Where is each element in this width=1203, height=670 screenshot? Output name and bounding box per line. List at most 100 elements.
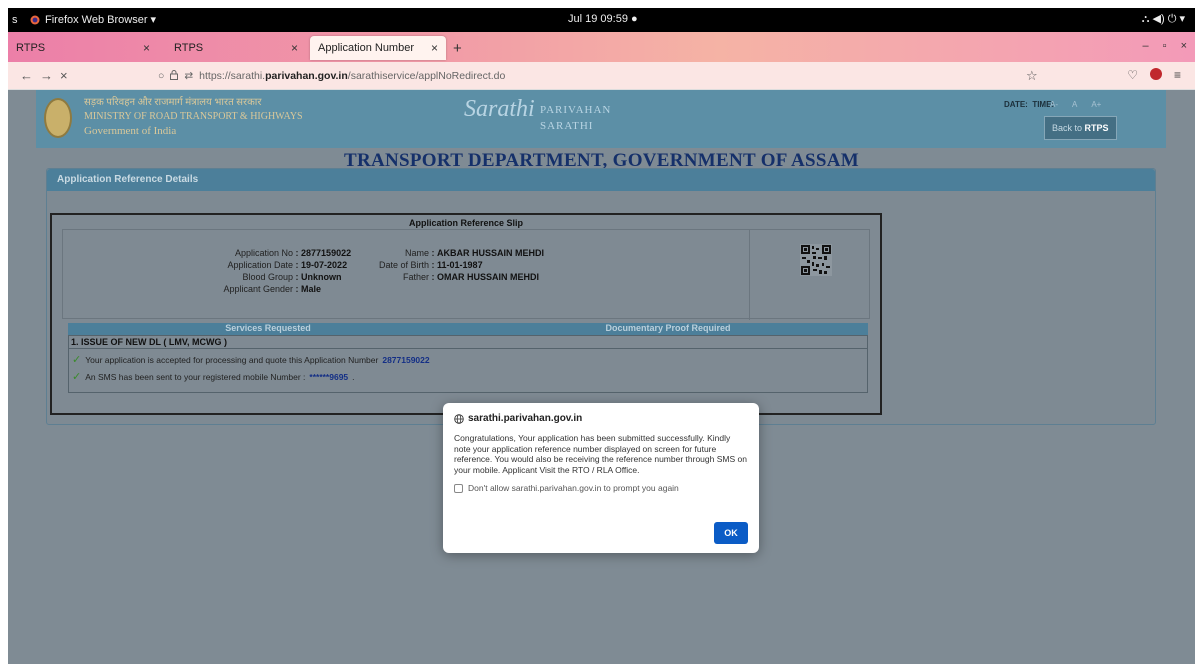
back-prefix: Back to xyxy=(1052,123,1085,133)
web-page: सड़क परिवहन और राजमार्ग मंत्रालय भारत सर… xyxy=(8,90,1195,664)
application-date-label: Application Date xyxy=(227,260,293,270)
screen: s Firefox Web Browser ▾ Jul 19 09:59 ● ⛬… xyxy=(8,8,1195,664)
info-divider xyxy=(749,230,750,320)
dialog-host-text: sarathi.parivahan.gov.in xyxy=(468,413,583,424)
back-to-rtps-button[interactable]: Back to RTPS xyxy=(1044,116,1117,140)
tab-label: Application Number xyxy=(318,42,414,54)
url-host: parivahan.gov.in xyxy=(265,70,348,82)
government-of-india: Government of India xyxy=(84,125,177,137)
tab-strip: RTPS × RTPS × Application Number × + – ▫… xyxy=(8,32,1195,62)
tracking-shield-icon[interactable]: ○ xyxy=(158,70,164,82)
tab-rtps-2[interactable]: RTPS × xyxy=(166,36,306,60)
services-table: Services Requested Documentary Proof Req… xyxy=(68,323,868,393)
ministry-title: सड़क परिवहन और राजमार्ग मंत्रालय भारत सर… xyxy=(84,96,303,138)
date-time: DATE: TIME: xyxy=(1004,100,1054,109)
logo-sarathi: SARATHI xyxy=(540,120,594,132)
suppress-prompts-label: Don't allow sarathi.parivahan.gov.in to … xyxy=(468,483,679,493)
date-label: DATE: xyxy=(1004,100,1028,109)
navigation-bar: ← → × ○ ⇄ https://sarathi.parivahan.gov.… xyxy=(8,62,1195,90)
clock[interactable]: Jul 19 09:59 ● xyxy=(568,13,638,25)
check-icon: ✓ xyxy=(72,354,82,366)
accepted-application-number: 2877159022 xyxy=(382,354,430,365)
application-no-label: Application No xyxy=(234,248,293,258)
national-emblem-icon xyxy=(44,98,72,138)
tab-close-icon[interactable]: × xyxy=(291,41,298,55)
suppress-prompts-option[interactable]: Don't allow sarathi.parivahan.gov.in to … xyxy=(454,483,748,493)
name-label: Name xyxy=(404,248,429,258)
url-path: /sarathiservice/applNoRedirect.do xyxy=(347,70,506,82)
father-row: Father : OMAR HUSSAIN MEHDI xyxy=(363,272,539,282)
application-date-row: Application Date : 19-07-2022 xyxy=(183,260,347,270)
colon: : xyxy=(431,248,435,258)
accepted-message-text: Your application is accepted for process… xyxy=(85,354,379,365)
stop-reload-icon[interactable]: × xyxy=(60,68,68,83)
colon: : xyxy=(295,272,299,282)
gender-row: Applicant Gender : Male xyxy=(183,284,321,294)
window-controls: – ▫ × xyxy=(1143,40,1187,52)
system-tray[interactable]: ⛬ ◀) ⏻ ▾ xyxy=(1142,12,1185,26)
applicant-info: Application No : 2877159022 Application … xyxy=(62,229,870,320)
gender-label: Applicant Gender xyxy=(223,284,293,294)
service-item: 1. ISSUE OF NEW DL ( LMV, MCWG ) xyxy=(68,335,868,349)
application-no-row: Application No : 2877159022 xyxy=(183,248,351,258)
ministry-hindi: सड़क परिवहन और राजमार्ग मंत्रालय भारत सर… xyxy=(84,97,262,108)
colon: : xyxy=(295,248,299,258)
url-bar[interactable]: ○ ⇄ https://sarathi.parivahan.gov.in/sar… xyxy=(158,66,1048,86)
new-tab-button[interactable]: + xyxy=(453,40,462,57)
name-row: Name : AKBAR HUSSAIN MEHDI xyxy=(363,248,544,258)
dialog-message: Congratulations, Your application has be… xyxy=(454,433,747,475)
dob-value: 11-01-1987 xyxy=(437,260,483,270)
permissions-icon[interactable]: ⇄ xyxy=(184,70,193,82)
ministry-english: MINISTRY OF ROAD TRANSPORT & HIGHWAYS xyxy=(84,111,303,122)
tab-rtps-1[interactable]: RTPS × xyxy=(8,36,158,60)
sms-message-end: . xyxy=(352,371,355,382)
back-target: RTPS xyxy=(1084,123,1109,133)
check-icon: ✓ xyxy=(72,371,82,383)
maximize-icon[interactable]: ▫ xyxy=(1163,40,1167,52)
pocket-icon[interactable]: ♡ xyxy=(1127,68,1138,82)
qr-code-icon xyxy=(800,244,832,276)
font-decrease-button[interactable]: A- xyxy=(1050,100,1058,109)
dob-label: Date of Birth xyxy=(378,260,429,270)
accepted-message: ✓ Your application is accepted for proce… xyxy=(72,353,864,366)
font-size-controls: A- A A+ xyxy=(1050,100,1101,109)
bookmark-star-icon[interactable]: ☆ xyxy=(1026,68,1038,84)
sms-message: ✓ An SMS has been sent to your registere… xyxy=(72,370,864,383)
close-window-icon[interactable]: × xyxy=(1181,40,1187,52)
logo-parivahan: PARIVAHAN xyxy=(540,104,612,116)
sms-message-text: An SMS has been sent to your registered … xyxy=(85,371,306,382)
app-menu[interactable]: Firefox Web Browser ▾ xyxy=(30,13,156,26)
hamburger-menu-icon[interactable]: ≡ xyxy=(1174,68,1181,82)
ublock-origin-icon[interactable] xyxy=(1149,68,1162,80)
alert-dialog: sarathi.parivahan.gov.in Congratulations… xyxy=(443,403,759,553)
lock-icon[interactable] xyxy=(170,69,179,83)
font-normal-button[interactable]: A xyxy=(1072,100,1077,109)
colon: : xyxy=(295,284,299,294)
firefox-icon xyxy=(30,15,40,24)
father-label: Father xyxy=(402,272,429,282)
globe-icon xyxy=(454,413,464,424)
gender-value: Male xyxy=(301,284,322,294)
slip-title: Application Reference Slip xyxy=(408,218,524,228)
activities-button[interactable]: s xyxy=(12,14,18,26)
tab-close-icon[interactable]: × xyxy=(143,41,150,55)
logo-main: Sarathi xyxy=(464,96,535,122)
father-value: OMAR HUSSAIN MEHDI xyxy=(437,272,540,282)
reference-slip: Application Reference Slip Application N… xyxy=(50,213,882,415)
tab-label: RTPS xyxy=(174,42,204,54)
ok-button[interactable]: OK xyxy=(714,522,748,544)
documentary-proof-header: Documentary Proof Required xyxy=(605,323,731,333)
minimize-icon[interactable]: – xyxy=(1143,40,1149,52)
forward-arrow-icon[interactable]: → xyxy=(40,68,53,83)
font-increase-button[interactable]: A+ xyxy=(1091,100,1101,109)
tab-close-icon[interactable]: × xyxy=(431,41,438,55)
suppress-prompts-checkbox[interactable] xyxy=(454,483,463,493)
colon: : xyxy=(431,260,435,270)
site-header: सड़क परिवहन और राजमार्ग मंत्रालय भारत सर… xyxy=(36,90,1166,148)
tab-application-number[interactable]: Application Number × xyxy=(310,36,446,60)
application-no-value: 2877159022 xyxy=(301,248,352,258)
colon: : xyxy=(431,272,435,282)
blood-group-label: Blood Group xyxy=(242,272,293,282)
messages: ✓ Your application is accepted for proce… xyxy=(68,349,868,393)
back-arrow-icon[interactable]: ← xyxy=(20,68,33,83)
